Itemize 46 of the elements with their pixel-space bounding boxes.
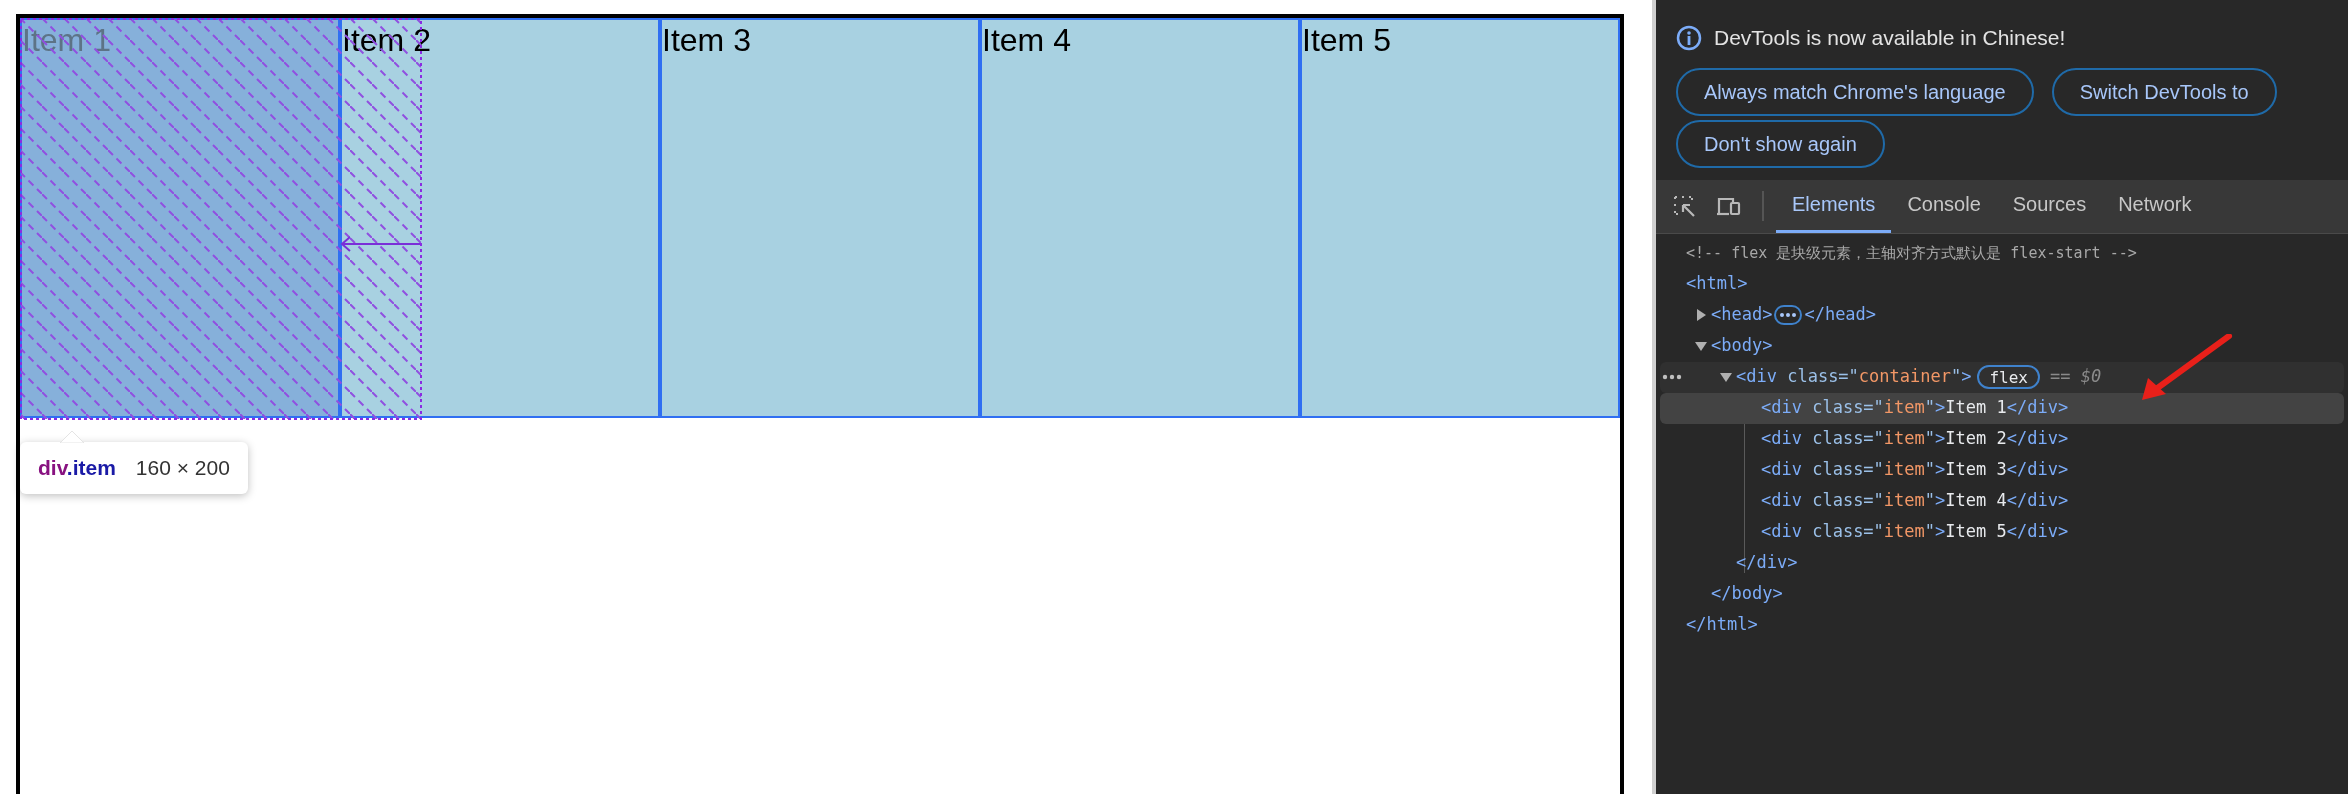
dom-node-text: <body> — [1711, 334, 1773, 358]
notice-text: DevTools is now available in Chinese! — [1714, 25, 2066, 51]
dom-node-row[interactable]: <div class="item">Item 2</div> — [1660, 423, 2344, 455]
dom-node-text: <div class="item">Item 1</div> — [1761, 396, 2069, 420]
collapse-arrow-icon[interactable] — [1720, 371, 1732, 383]
size-label: 160 × 200 — [135, 455, 230, 481]
expand-arrow-icon[interactable] — [1695, 309, 1707, 321]
dom-node-row[interactable]: <head> </head> — [1660, 299, 2344, 331]
dom-node-row[interactable]: <!-- flex 是块级元素，主轴对齐方式默认是 flex-start --> — [1660, 237, 2344, 269]
dom-node-text: <div class="item">Item 4</div> — [1761, 489, 2069, 513]
dom-node-row[interactable]: <body> — [1660, 330, 2344, 362]
more-icon — [1662, 374, 1682, 380]
selected-node-row[interactable]: <div class="item">Item 1</div> — [1660, 392, 2344, 424]
dom-node-row[interactable]: <html> — [1660, 268, 2344, 300]
flex-badge[interactable]: flex — [1977, 365, 2040, 389]
dom-node-row[interactable]: <div class="item">Item 5</div> — [1660, 516, 2344, 548]
dom-node-text: <html> — [1686, 272, 1748, 296]
flex-item: Item 5 — [1300, 18, 1620, 418]
dom-node-text: </html> — [1686, 613, 1758, 637]
dom-node-text: </head> — [1804, 303, 1877, 327]
dom-node-row[interactable]: <div class="item">Item 3</div> — [1660, 454, 2344, 486]
dom-node-text: <div class="container"> — [1736, 365, 1972, 389]
collapse-arrow-icon[interactable] — [1695, 340, 1707, 352]
node-reference: == $0 — [2050, 365, 2102, 389]
panel-tab[interactable]: Console — [1891, 178, 1997, 233]
notice-button[interactable]: Don't show again — [1676, 119, 1885, 168]
flex-item: Item 4 — [980, 18, 1300, 418]
panel-tab[interactable]: Network — [2102, 178, 2208, 233]
inspect-element-icon — [1672, 193, 1696, 218]
dom-node-text: </div> — [1736, 551, 1798, 575]
ellipsis-icon — [1774, 305, 1803, 325]
html-comment: <!-- flex 是块级元素，主轴对齐方式默认是 flex-start --> — [1686, 243, 2137, 265]
hovered-node-row[interactable]: <div class="container"> flex == $0 — [1660, 361, 2344, 393]
dom-node-text: </body> — [1711, 582, 1783, 606]
selector-label: div.item — [38, 455, 116, 481]
flex-item: Item 3 — [660, 18, 980, 418]
dom-node-text: <head> — [1711, 303, 1773, 327]
dom-node-text: <div class="item">Item 2</div> — [1761, 427, 2069, 451]
panel-tab[interactable]: Elements — [1776, 178, 1892, 233]
notice-button[interactable]: Switch DevTools to — [2051, 67, 2277, 116]
dom-node-text: <div class="item">Item 3</div> — [1761, 458, 2069, 482]
dom-node-text: <div class="item">Item 5</div> — [1761, 520, 2069, 544]
info-icon — [1676, 24, 1702, 51]
notice-button[interactable]: Always match Chrome's language — [1676, 67, 2034, 116]
dom-node-row[interactable]: <div class="item">Item 4</div> — [1660, 485, 2344, 517]
panel-tab[interactable]: Sources — [1996, 178, 2103, 233]
